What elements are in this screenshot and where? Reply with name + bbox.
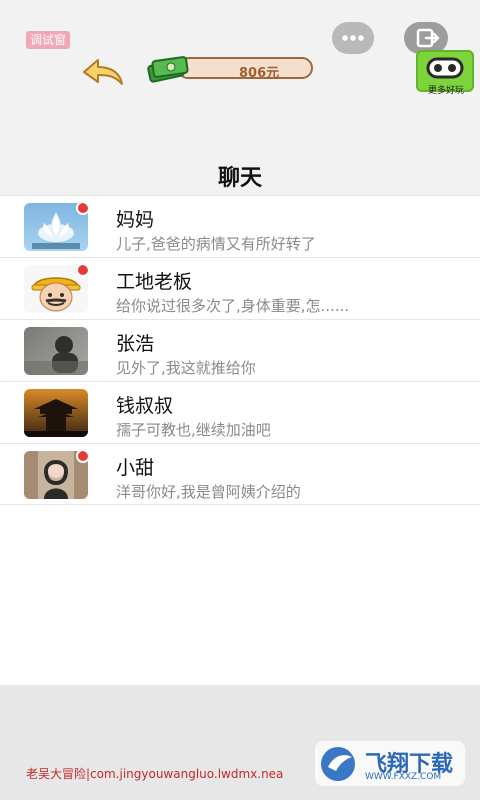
man-avatar bbox=[24, 327, 88, 375]
watermark: 飞翔下载 WWW.FXXZ.COM bbox=[315, 741, 465, 786]
watermark-logo-icon bbox=[321, 747, 355, 781]
watermark-url: WWW.FXXZ.COM bbox=[365, 772, 442, 782]
unread-badge bbox=[76, 265, 88, 277]
app-info-text: 老吴大冒险|com.jingyouwangluo.lwdmx.nea bbox=[26, 767, 284, 781]
chat-preview: 见外了,我这就推给你 bbox=[116, 359, 256, 377]
chat-item-site-boss[interactable]: 工地老板 给你说过很多次了,身体重要,怎...... bbox=[0, 257, 480, 319]
unread-badge bbox=[76, 451, 88, 463]
pagoda-avatar bbox=[24, 389, 88, 437]
chat-name: 钱叔叔 bbox=[116, 395, 174, 417]
chat-preview: 洋哥你好,我是曾阿姨介绍的 bbox=[116, 483, 301, 501]
more-options-button[interactable] bbox=[332, 22, 374, 54]
lotus-avatar bbox=[24, 203, 88, 251]
chat-preview: 儿子,爸爸的病情又有所好转了 bbox=[116, 235, 316, 253]
ellipsis-icon bbox=[342, 35, 364, 41]
girl-avatar bbox=[24, 451, 88, 499]
page-title: 聊天 bbox=[217, 166, 262, 191]
chat-item-zhang-hao[interactable]: 张浩 见外了,我这就推给你 bbox=[0, 319, 480, 381]
chat-list: 妈妈 儿子,爸爸的病情又有所好转了 工地老板 给你说过很多次了,身体重要,怎..… bbox=[0, 195, 480, 685]
chat-name: 小甜 bbox=[116, 457, 155, 479]
chat-item-xiao-tian[interactable]: 小甜 洋哥你好,我是曾阿姨介绍的 bbox=[0, 443, 480, 505]
coin-balance-bar: 806元 bbox=[177, 57, 313, 81]
chat-name: 工地老板 bbox=[116, 271, 193, 293]
worker-avatar bbox=[24, 265, 88, 313]
coin-balance-value: 806元 bbox=[239, 66, 280, 81]
debug-window-badge[interactable]: 调试窗 bbox=[26, 31, 71, 49]
chat-preview: 给你说过很多次了,身体重要,怎...... bbox=[116, 297, 350, 315]
chat-preview: 孺子可教也,继续加油吧 bbox=[116, 421, 271, 439]
coin-balance: 806元 bbox=[145, 53, 315, 85]
more-games-label: 更多好玩 bbox=[428, 86, 465, 96]
chat-item-uncle-qian[interactable]: 钱叔叔 孺子可教也,继续加油吧 bbox=[0, 381, 480, 443]
chat-item-mom[interactable]: 妈妈 儿子,爸爸的病情又有所好转了 bbox=[0, 195, 480, 257]
more-games-button[interactable]: 更多好玩 bbox=[416, 50, 474, 96]
chat-name: 张浩 bbox=[116, 333, 155, 355]
back-arrow-icon[interactable] bbox=[80, 54, 126, 88]
unread-badge bbox=[76, 203, 88, 215]
chat-name: 妈妈 bbox=[116, 209, 155, 231]
top-bar: 调试窗 806元 更多好玩 聊天 bbox=[0, 0, 480, 195]
money-stack-icon bbox=[147, 56, 189, 83]
